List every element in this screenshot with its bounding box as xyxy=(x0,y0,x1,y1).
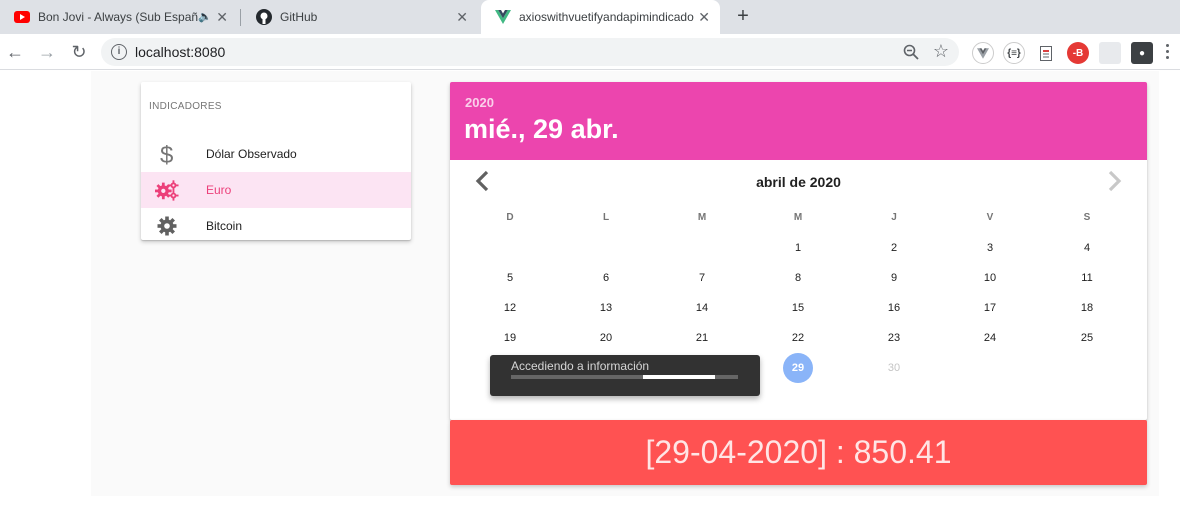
url-text[interactable]: localhost:8080 xyxy=(135,44,225,60)
vue-devtools-extension-icon[interactable] xyxy=(972,42,994,64)
gears-icon xyxy=(155,178,179,202)
calendar-day[interactable]: 20 xyxy=(591,323,621,353)
weekday-label: L xyxy=(602,212,610,223)
browser-menu-icon[interactable] xyxy=(1166,42,1170,62)
snackbar-message: Accediendo a información xyxy=(511,359,650,373)
calendar-day[interactable]: 4 xyxy=(1072,233,1102,263)
calendar-day[interactable]: 14 xyxy=(687,293,717,323)
forward-button[interactable]: → xyxy=(36,41,58,63)
calendar-day[interactable]: 21 xyxy=(687,323,717,353)
menu-item-bitcoin[interactable]: Bitcoin xyxy=(141,208,411,244)
app-container: INDICADORES $ Dólar Observado Euro Bitco… xyxy=(91,71,1159,496)
address-bar[interactable]: i localhost:8080 ☆ xyxy=(101,38,959,66)
result-banner: [29-04-2020] : 850.41 xyxy=(450,420,1147,485)
picker-year[interactable]: 2020 xyxy=(465,95,494,110)
audio-icon[interactable]: 🔈 xyxy=(198,10,212,23)
calendar-day-selected[interactable]: 29 xyxy=(783,353,813,383)
tab-title: Bon Jovi - Always (Sub Españ xyxy=(38,10,198,24)
zoom-out-icon[interactable] xyxy=(903,44,919,60)
chevron-right-icon[interactable] xyxy=(1107,170,1123,192)
reload-button[interactable]: ↻ xyxy=(68,41,90,63)
json-formatter-extension-icon[interactable]: {≡} xyxy=(1003,42,1025,64)
month-title[interactable]: abril de 2020 xyxy=(450,174,1147,190)
svg-text:$: $ xyxy=(160,142,173,166)
calendar-day[interactable]: 18 xyxy=(1072,293,1102,323)
weekday-label: J xyxy=(891,212,897,223)
weekday-label: V xyxy=(986,212,994,223)
grey-extension-icon[interactable] xyxy=(1099,42,1121,64)
tab-github[interactable]: GitHub ✕ xyxy=(242,0,478,34)
weekday-label: D xyxy=(506,212,514,223)
calendar-day: 30 xyxy=(887,362,901,374)
tab-app[interactable]: axioswithvuetifyandapimindicado ✕ xyxy=(481,0,720,34)
menu-item-label: Dólar Observado xyxy=(206,147,297,161)
calendar-day[interactable]: 11 xyxy=(1072,263,1102,293)
calendar-day[interactable]: 19 xyxy=(495,323,525,353)
red-extension-icon[interactable]: -B xyxy=(1067,42,1089,64)
calendar-day[interactable]: 1 xyxy=(783,233,813,263)
calendar-day[interactable]: 7 xyxy=(687,263,717,293)
bulb-extension-icon[interactable]: ● xyxy=(1131,42,1153,64)
youtube-icon xyxy=(14,9,30,25)
calendar-day[interactable]: 3 xyxy=(975,233,1005,263)
dollar-icon: $ xyxy=(155,142,179,166)
tab-youtube[interactable]: Bon Jovi - Always (Sub Españ 🔈 ✕ xyxy=(0,0,238,34)
weekday-label: S xyxy=(1083,212,1091,223)
indicators-menu: INDICADORES $ Dólar Observado Euro Bitco… xyxy=(141,82,411,240)
tab-divider xyxy=(240,9,241,26)
vue-icon xyxy=(495,9,511,25)
browser-tab-bar: Bon Jovi - Always (Sub Españ 🔈 ✕ GitHub … xyxy=(0,0,1180,34)
close-tab-icon[interactable]: ✕ xyxy=(216,10,228,24)
calendar-day[interactable]: 15 xyxy=(783,293,813,323)
close-tab-icon[interactable]: ✕ xyxy=(698,10,710,24)
calendar-day[interactable]: 23 xyxy=(879,323,909,353)
calendar-day[interactable]: 8 xyxy=(783,263,813,293)
menu-item-label: Bitcoin xyxy=(206,219,243,233)
weekday-label: M xyxy=(697,212,707,223)
calendar-day[interactable]: 13 xyxy=(591,293,621,323)
progress-bar-fill xyxy=(642,375,716,379)
calendar-day[interactable]: 9 xyxy=(879,263,909,293)
document-extension-icon[interactable] xyxy=(1035,42,1057,64)
result-value: [29-04-2020] : 850.41 xyxy=(645,434,952,470)
date-picker-header: 2020 mié., 29 abr. xyxy=(450,82,1147,160)
calendar-day[interactable]: 10 xyxy=(975,263,1005,293)
menu-item-label: Euro xyxy=(206,183,232,197)
info-icon[interactable]: i xyxy=(111,44,127,60)
calendar-day[interactable]: 12 xyxy=(495,293,525,323)
browser-toolbar: ← → ↻ i localhost:8080 ☆ {≡} -B ● xyxy=(0,34,1180,70)
calendar-day[interactable]: 17 xyxy=(975,293,1005,323)
tab-title: axioswithvuetifyandapimindicado xyxy=(519,10,694,24)
menu-item-dolar[interactable]: $ Dólar Observado xyxy=(141,136,411,172)
calendar-day[interactable]: 16 xyxy=(879,293,909,323)
new-tab-button[interactable]: + xyxy=(733,6,753,26)
loading-snackbar: Accediendo a información xyxy=(490,355,760,396)
menu-subheader: INDICADORES xyxy=(149,101,222,112)
gear-icon xyxy=(155,214,179,238)
calendar-day[interactable]: 5 xyxy=(495,263,525,293)
menu-item-euro[interactable]: Euro xyxy=(141,172,411,208)
calendar-day[interactable]: 22 xyxy=(783,323,813,353)
month-navigation: abril de 2020 xyxy=(450,168,1147,194)
calendar-day[interactable]: 24 xyxy=(975,323,1005,353)
calendar-day[interactable]: 2 xyxy=(879,233,909,263)
close-tab-icon[interactable]: ✕ xyxy=(456,10,468,24)
calendar-day[interactable]: 6 xyxy=(591,263,621,293)
back-button[interactable]: ← xyxy=(4,41,26,63)
weekday-label: M xyxy=(793,212,803,223)
picker-selected-date[interactable]: mié., 29 abr. xyxy=(464,114,619,145)
progress-bar xyxy=(511,375,738,379)
calendar-day[interactable]: 25 xyxy=(1072,323,1102,353)
github-icon xyxy=(256,9,272,25)
bookmark-star-icon[interactable]: ☆ xyxy=(933,41,949,62)
tab-title: GitHub xyxy=(280,10,318,24)
